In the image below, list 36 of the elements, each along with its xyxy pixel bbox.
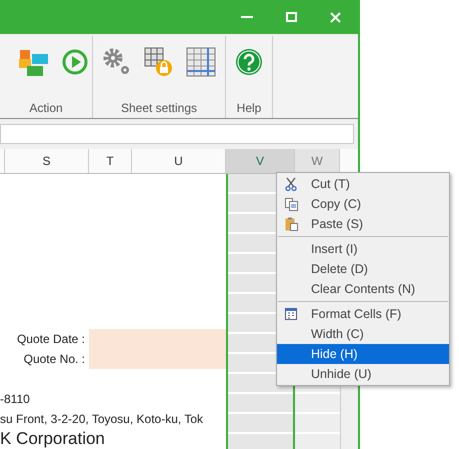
menu-item[interactable]: Clear Contents (N) xyxy=(277,279,449,299)
close-icon[interactable] xyxy=(330,12,341,22)
paste-icon xyxy=(285,217,298,231)
column-header[interactable]: S xyxy=(5,149,89,173)
group-label: Help xyxy=(236,101,262,115)
cut-icon xyxy=(285,177,297,191)
menu-item[interactable]: Format Cells (F) xyxy=(277,304,449,324)
address-text: K Corporation xyxy=(0,429,106,449)
formula-field[interactable] xyxy=(0,124,354,144)
group-label: Sheet settings xyxy=(120,101,198,115)
menu-item[interactable]: Insert (I) xyxy=(277,239,449,259)
field-label: Quote No. : xyxy=(22,351,86,368)
group-label: Action xyxy=(29,101,63,115)
menu-item[interactable]: Hide (H) xyxy=(277,344,449,364)
play-icon[interactable] xyxy=(62,49,88,75)
menu-item[interactable]: Cut (T) xyxy=(277,174,449,194)
menu-item[interactable]: Delete (D) xyxy=(277,259,449,279)
gears-icon[interactable] xyxy=(102,47,132,77)
input-cell[interactable] xyxy=(89,329,226,349)
column-header[interactable]: T xyxy=(89,149,132,173)
help-icon[interactable] xyxy=(235,48,263,76)
menu-item[interactable]: Width (C) xyxy=(277,324,449,344)
copy-icon xyxy=(285,198,298,210)
menu-item[interactable]: Paste (S) xyxy=(277,214,449,234)
maximize-icon[interactable] xyxy=(286,12,297,22)
table-icon xyxy=(285,308,297,320)
column-header[interactable]: V xyxy=(226,149,295,173)
grid-lock-icon[interactable] xyxy=(144,47,174,77)
address-text: su Front, 3-2-20, Toyosu, Koto-ku, Tok xyxy=(0,411,204,428)
address-text: -8110 xyxy=(0,391,31,408)
menu-item[interactable]: Copy (C) xyxy=(277,194,449,214)
field-label: Quote Date : xyxy=(16,331,86,348)
menu-item[interactable]: Unhide (U) xyxy=(277,364,449,384)
grid-icon[interactable] xyxy=(186,47,216,77)
column-header[interactable]: W xyxy=(295,149,340,173)
input-cell[interactable] xyxy=(89,349,226,369)
